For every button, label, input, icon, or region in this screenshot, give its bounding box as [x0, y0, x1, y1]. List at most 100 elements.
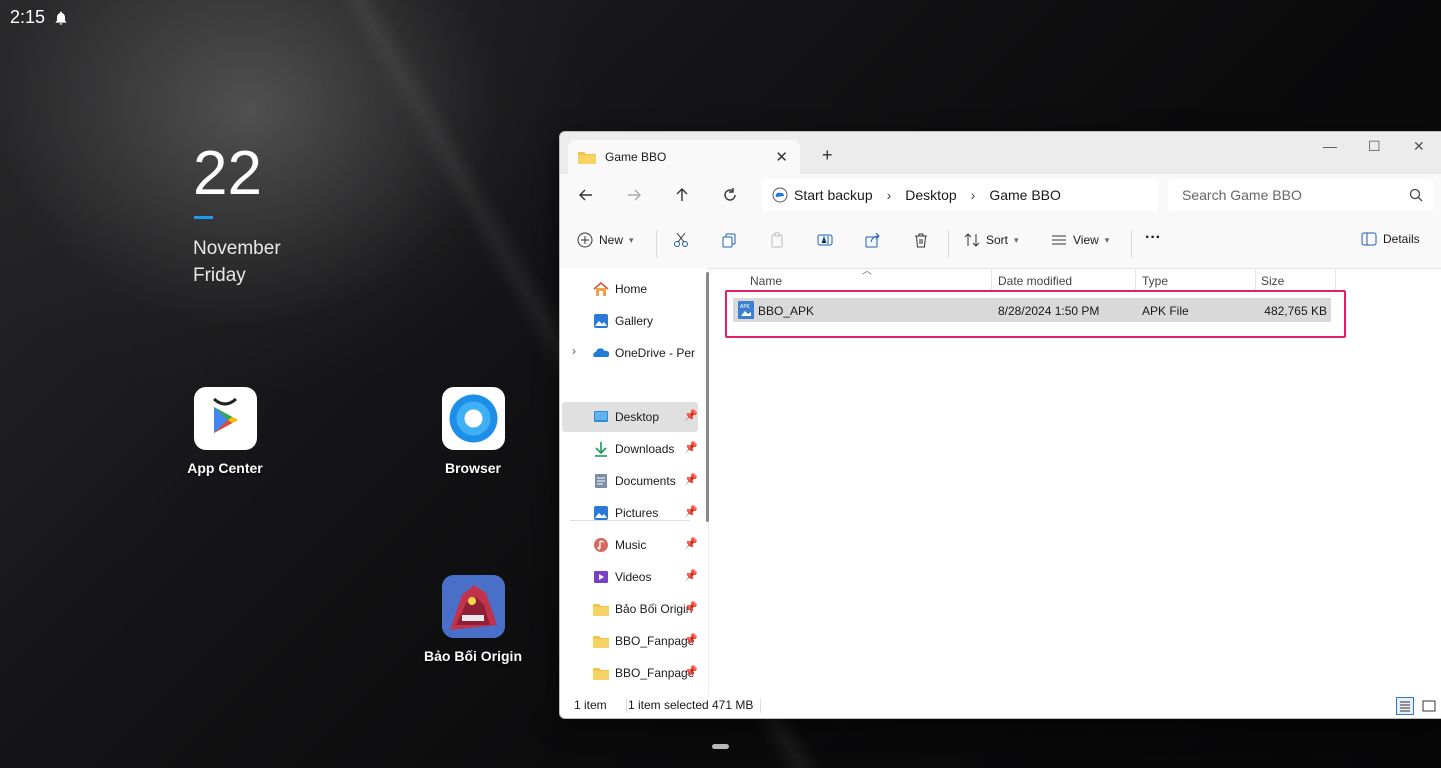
sidebar-item-onedrive[interactable]: › OneDrive - Personal: [562, 338, 698, 368]
large-icons-view-icon[interactable]: [1420, 697, 1438, 715]
column-type[interactable]: Type: [1142, 274, 1168, 288]
details-label: Details: [1383, 232, 1420, 246]
search-placeholder: Search Game BBO: [1182, 187, 1302, 203]
search-input[interactable]: Search Game BBO: [1168, 179, 1433, 211]
divider: [626, 699, 627, 713]
sidebar-item-folder[interactable]: BBO_Fanpage 📌: [562, 658, 698, 688]
status-bar-explorer: 1 item 1 item selected 471 MB: [560, 694, 1441, 718]
sidebar-item-desktop[interactable]: Desktop 📌: [562, 402, 698, 432]
delete-button[interactable]: [913, 232, 929, 248]
pin-icon[interactable]: 📌: [684, 665, 698, 678]
pin-icon[interactable]: 📌: [684, 537, 698, 550]
sidebar-item-home[interactable]: Home: [562, 274, 698, 304]
forward-arrow-icon[interactable]: [623, 184, 645, 206]
breadcrumb-chevron-icon[interactable]: ›: [971, 187, 976, 203]
browser-icon: [441, 387, 505, 450]
sidebar-item-downloads[interactable]: Downloads 📌: [562, 434, 698, 464]
column-name[interactable]: Name: [750, 274, 782, 288]
pin-icon[interactable]: 📌: [684, 441, 698, 454]
divider: [948, 230, 949, 258]
more-options-button[interactable]: ···: [1145, 229, 1161, 247]
trash-icon: [915, 233, 927, 248]
sidebar-item-folder[interactable]: Bảo Bối Origin 📌: [562, 594, 698, 624]
title-bar: Game BBO ✕ + — ☐ ✕: [560, 132, 1441, 174]
clock-accent-bar: [194, 216, 213, 219]
bao-boi-origin-shortcut[interactable]: Bảo Bối Origin: [418, 575, 528, 664]
up-arrow-icon[interactable]: [671, 184, 693, 206]
cut-button[interactable]: [673, 232, 689, 248]
rename-icon: [817, 234, 833, 246]
close-window-icon[interactable]: ✕: [1413, 138, 1425, 155]
share-button[interactable]: [865, 232, 881, 248]
clipboard-icon: [771, 232, 783, 248]
plus-circle-icon: [577, 232, 593, 248]
selected-size: 471 MB: [712, 698, 754, 712]
breadcrumb-game-bbo[interactable]: Game BBO: [989, 187, 1061, 203]
chevron-down-icon: ▾: [1104, 234, 1110, 245]
column-divider[interactable]: [991, 268, 992, 290]
sidebar-label: Videos: [615, 570, 652, 584]
address-bar[interactable]: Start backup › Desktop › Game BBO: [762, 179, 1158, 211]
paste-button[interactable]: [769, 232, 785, 248]
selection-highlight-box: [725, 290, 1346, 338]
close-tab-icon[interactable]: ✕: [775, 148, 788, 166]
pin-icon[interactable]: 📌: [684, 505, 698, 518]
pictures-icon: [594, 506, 608, 520]
view-button[interactable]: View ▾: [1051, 232, 1109, 248]
back-arrow-icon[interactable]: [575, 184, 597, 206]
details-button[interactable]: Details: [1361, 232, 1420, 246]
pin-icon[interactable]: 📌: [684, 633, 698, 646]
maximize-icon[interactable]: ☐: [1368, 138, 1381, 155]
pin-icon[interactable]: 📌: [684, 601, 698, 614]
tab-game-bbo[interactable]: Game BBO ✕: [568, 140, 800, 174]
clock-weekday: Friday: [193, 265, 246, 286]
breadcrumb-chevron-icon[interactable]: ›: [887, 187, 892, 203]
folder-icon: [593, 604, 609, 616]
details-pane-icon: [1361, 232, 1377, 246]
app-label: Browser: [444, 460, 502, 476]
new-tab-icon[interactable]: +: [822, 145, 833, 166]
sort-button[interactable]: Sort ▾: [964, 232, 1019, 248]
minimize-icon[interactable]: —: [1323, 138, 1337, 154]
rename-button[interactable]: [817, 232, 833, 248]
sidebar-scrollbar[interactable]: [706, 272, 709, 522]
pin-icon[interactable]: 📌: [684, 569, 698, 582]
refresh-icon[interactable]: [719, 184, 741, 206]
column-divider[interactable]: [1335, 268, 1336, 290]
sidebar-item-pictures[interactable]: Pictures 📌: [562, 498, 698, 528]
documents-icon: [595, 474, 607, 488]
sort-icon: [964, 233, 980, 247]
folder-icon: [593, 636, 609, 648]
breadcrumb-start-backup[interactable]: Start backup: [794, 187, 873, 203]
app-center-shortcut[interactable]: App Center: [170, 387, 280, 476]
divider: [1131, 230, 1132, 258]
new-label: New: [599, 233, 624, 247]
chevron-right-icon[interactable]: ›: [572, 344, 576, 358]
breadcrumb-desktop[interactable]: Desktop: [905, 187, 956, 203]
selected-count: 1 item selected: [628, 698, 709, 712]
browser-shortcut[interactable]: Browser: [418, 387, 528, 476]
videos-icon: [594, 571, 608, 583]
chevron-down-icon: ▾: [1014, 234, 1019, 245]
column-size[interactable]: Size: [1261, 274, 1284, 288]
column-divider[interactable]: [1255, 268, 1256, 290]
sidebar-label: Desktop: [615, 410, 660, 424]
sidebar-item-videos[interactable]: Videos 📌: [562, 562, 698, 592]
home-handle[interactable]: [712, 744, 729, 749]
sidebar-item-folder[interactable]: BBO_Fanpage 📌: [562, 626, 698, 656]
pin-icon[interactable]: 📌: [684, 473, 698, 486]
sidebar-item-music[interactable]: Music 📌: [562, 530, 698, 560]
details-view-icon[interactable]: [1396, 697, 1414, 715]
column-date-modified[interactable]: Date modified: [998, 274, 1072, 288]
share-icon: [865, 232, 880, 248]
copy-button[interactable]: [721, 232, 737, 248]
column-divider[interactable]: [1135, 268, 1136, 290]
app-label: Bảo Bối Origin: [424, 648, 522, 664]
chevron-down-icon: ▾: [629, 234, 634, 245]
divider: [656, 230, 657, 258]
sidebar-item-documents[interactable]: Documents 📌: [562, 466, 698, 496]
home-icon: [593, 282, 609, 296]
new-button[interactable]: New ▾: [577, 232, 634, 248]
sidebar-item-gallery[interactable]: Gallery: [562, 306, 698, 336]
pin-icon[interactable]: 📌: [684, 409, 698, 422]
